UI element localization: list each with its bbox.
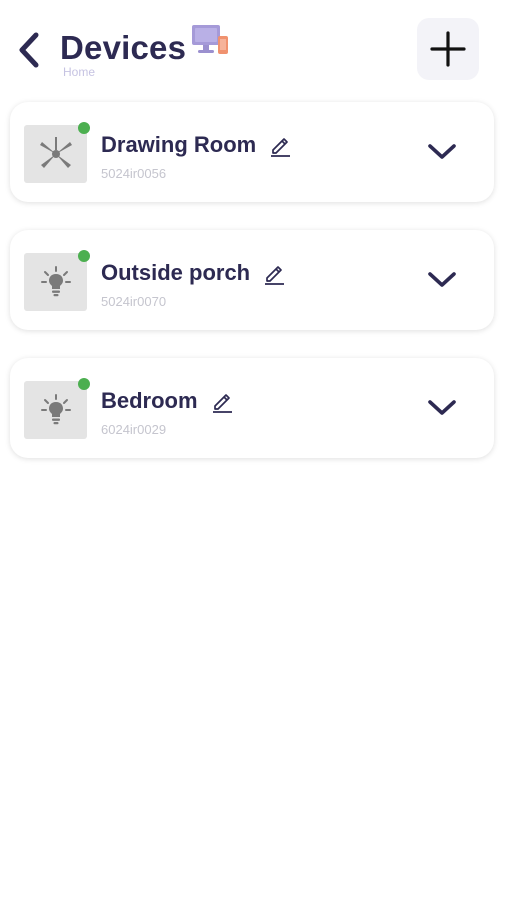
chevron-down-icon: [428, 272, 456, 287]
page-subtitle: Home: [63, 65, 96, 79]
expand-button[interactable]: [420, 260, 464, 300]
device-name: Outside porch: [101, 260, 251, 285]
device-id: 5024ir0070: [101, 294, 167, 309]
online-status-dot: [78, 378, 90, 390]
device-name: Drawing Room: [101, 132, 257, 157]
edit-icon[interactable]: [210, 389, 234, 413]
expand-button[interactable]: [420, 132, 464, 172]
device-id: 6024ir0029: [101, 422, 167, 437]
device-name: Bedroom: [101, 388, 198, 413]
plus-icon: [430, 31, 466, 67]
edit-icon[interactable]: [268, 133, 292, 157]
header: Devices Home: [0, 0, 507, 95]
chevron-left-icon: [19, 32, 39, 68]
device-list: Drawing Room 5024ir0056 Outside porch 50…: [10, 102, 494, 486]
chevron-down-icon: [428, 400, 456, 415]
device-card[interactable]: Bedroom 6024ir0029: [10, 358, 494, 458]
device-thumbnail: [24, 381, 87, 439]
edit-icon[interactable]: [262, 261, 286, 285]
page-title: Devices: [60, 29, 187, 66]
title-group: Devices Home: [60, 28, 187, 79]
expand-button[interactable]: [420, 388, 464, 428]
device-card[interactable]: Outside porch 5024ir0070: [10, 230, 494, 330]
bulb-icon: [40, 394, 71, 425]
devices-screen: Devices Home Drawing Room 5024ir0056 Out…: [0, 0, 507, 900]
device-thumbnail: [24, 253, 87, 311]
online-status-dot: [78, 122, 90, 134]
chevron-down-icon: [428, 144, 456, 159]
device-id: 5024ir0056: [101, 166, 167, 181]
fan-icon: [39, 137, 72, 168]
device-thumbnail: [24, 125, 87, 183]
back-button[interactable]: [12, 30, 46, 70]
devices-icon: [192, 25, 228, 54]
online-status-dot: [78, 250, 90, 262]
device-card[interactable]: Drawing Room 5024ir0056: [10, 102, 494, 202]
bulb-icon: [40, 266, 71, 297]
add-device-button[interactable]: [417, 18, 479, 80]
